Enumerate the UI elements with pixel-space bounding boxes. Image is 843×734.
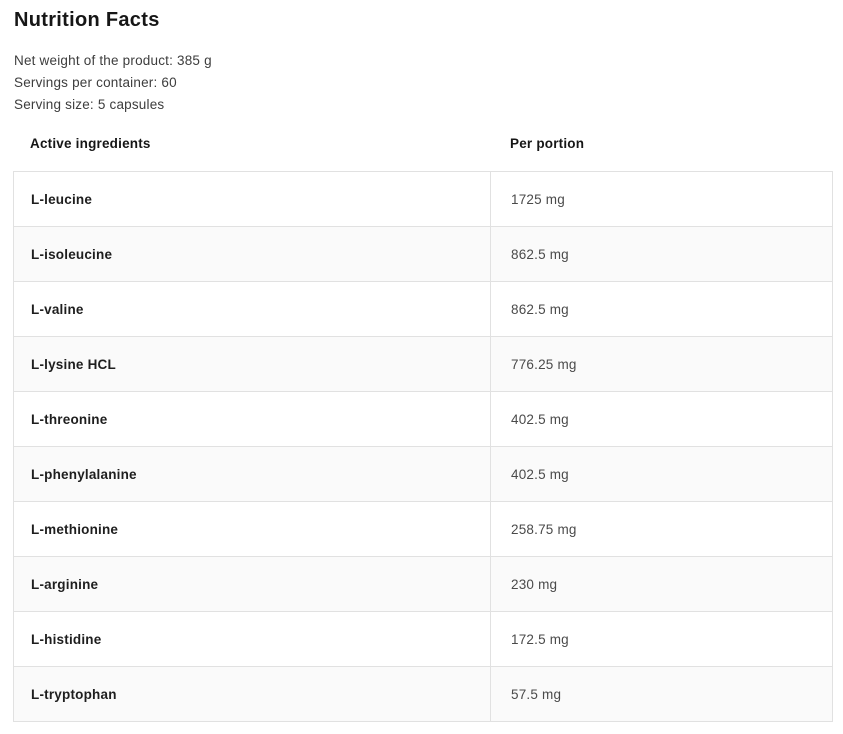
ingredient-name: L-valine — [14, 282, 491, 337]
ingredient-amount: 230 mg — [491, 557, 833, 612]
ingredient-name: L-threonine — [14, 392, 491, 447]
ingredient-amount: 57.5 mg — [491, 667, 833, 722]
ingredient-name: L-methionine — [14, 502, 491, 557]
ingredient-name: L-leucine — [14, 172, 491, 227]
page-title: Nutrition Facts — [0, 0, 843, 33]
ingredient-name: L-phenylalanine — [14, 447, 491, 502]
table-row: L-histidine 172.5 mg — [14, 612, 833, 667]
servings-per-container-text: Servings per container: 60 — [14, 76, 843, 90]
nutrition-facts-section: Nutrition Facts Net weight of the produc… — [0, 0, 843, 734]
serving-size-text: Serving size: 5 capsules — [14, 98, 843, 112]
table-row: L-valine 862.5 mg — [14, 282, 833, 337]
ingredient-name: L-tryptophan — [14, 667, 491, 722]
table-row: L-arginine 230 mg — [14, 557, 833, 612]
product-meta: Net weight of the product: 385 g Serving… — [0, 54, 843, 112]
ingredients-table: L-leucine 1725 mg L-isoleucine 862.5 mg … — [13, 171, 833, 722]
ingredient-amount: 776.25 mg — [491, 337, 833, 392]
table-row: L-lysine HCL 776.25 mg — [14, 337, 833, 392]
ingredient-amount: 258.75 mg — [491, 502, 833, 557]
table-row: L-isoleucine 862.5 mg — [14, 227, 833, 282]
ingredient-name: L-lysine HCL — [14, 337, 491, 392]
table-row: L-threonine 402.5 mg — [14, 392, 833, 447]
ingredients-table-body: L-leucine 1725 mg L-isoleucine 862.5 mg … — [14, 172, 833, 722]
column-header-active-ingredients: Active ingredients — [13, 137, 490, 151]
ingredient-name: L-arginine — [14, 557, 491, 612]
table-row: L-methionine 258.75 mg — [14, 502, 833, 557]
ingredient-name: L-isoleucine — [14, 227, 491, 282]
ingredient-amount: 402.5 mg — [491, 392, 833, 447]
ingredient-amount: 172.5 mg — [491, 612, 833, 667]
column-header-per-portion: Per portion — [490, 137, 584, 151]
ingredient-amount: 402.5 mg — [491, 447, 833, 502]
ingredient-amount: 862.5 mg — [491, 282, 833, 337]
ingredient-name: L-histidine — [14, 612, 491, 667]
net-weight-text: Net weight of the product: 385 g — [14, 54, 843, 68]
table-row: L-phenylalanine 402.5 mg — [14, 447, 833, 502]
ingredient-amount: 1725 mg — [491, 172, 833, 227]
table-row: L-leucine 1725 mg — [14, 172, 833, 227]
table-row: L-tryptophan 57.5 mg — [14, 667, 833, 722]
table-header: Active ingredients Per portion — [13, 137, 833, 151]
ingredient-amount: 862.5 mg — [491, 227, 833, 282]
